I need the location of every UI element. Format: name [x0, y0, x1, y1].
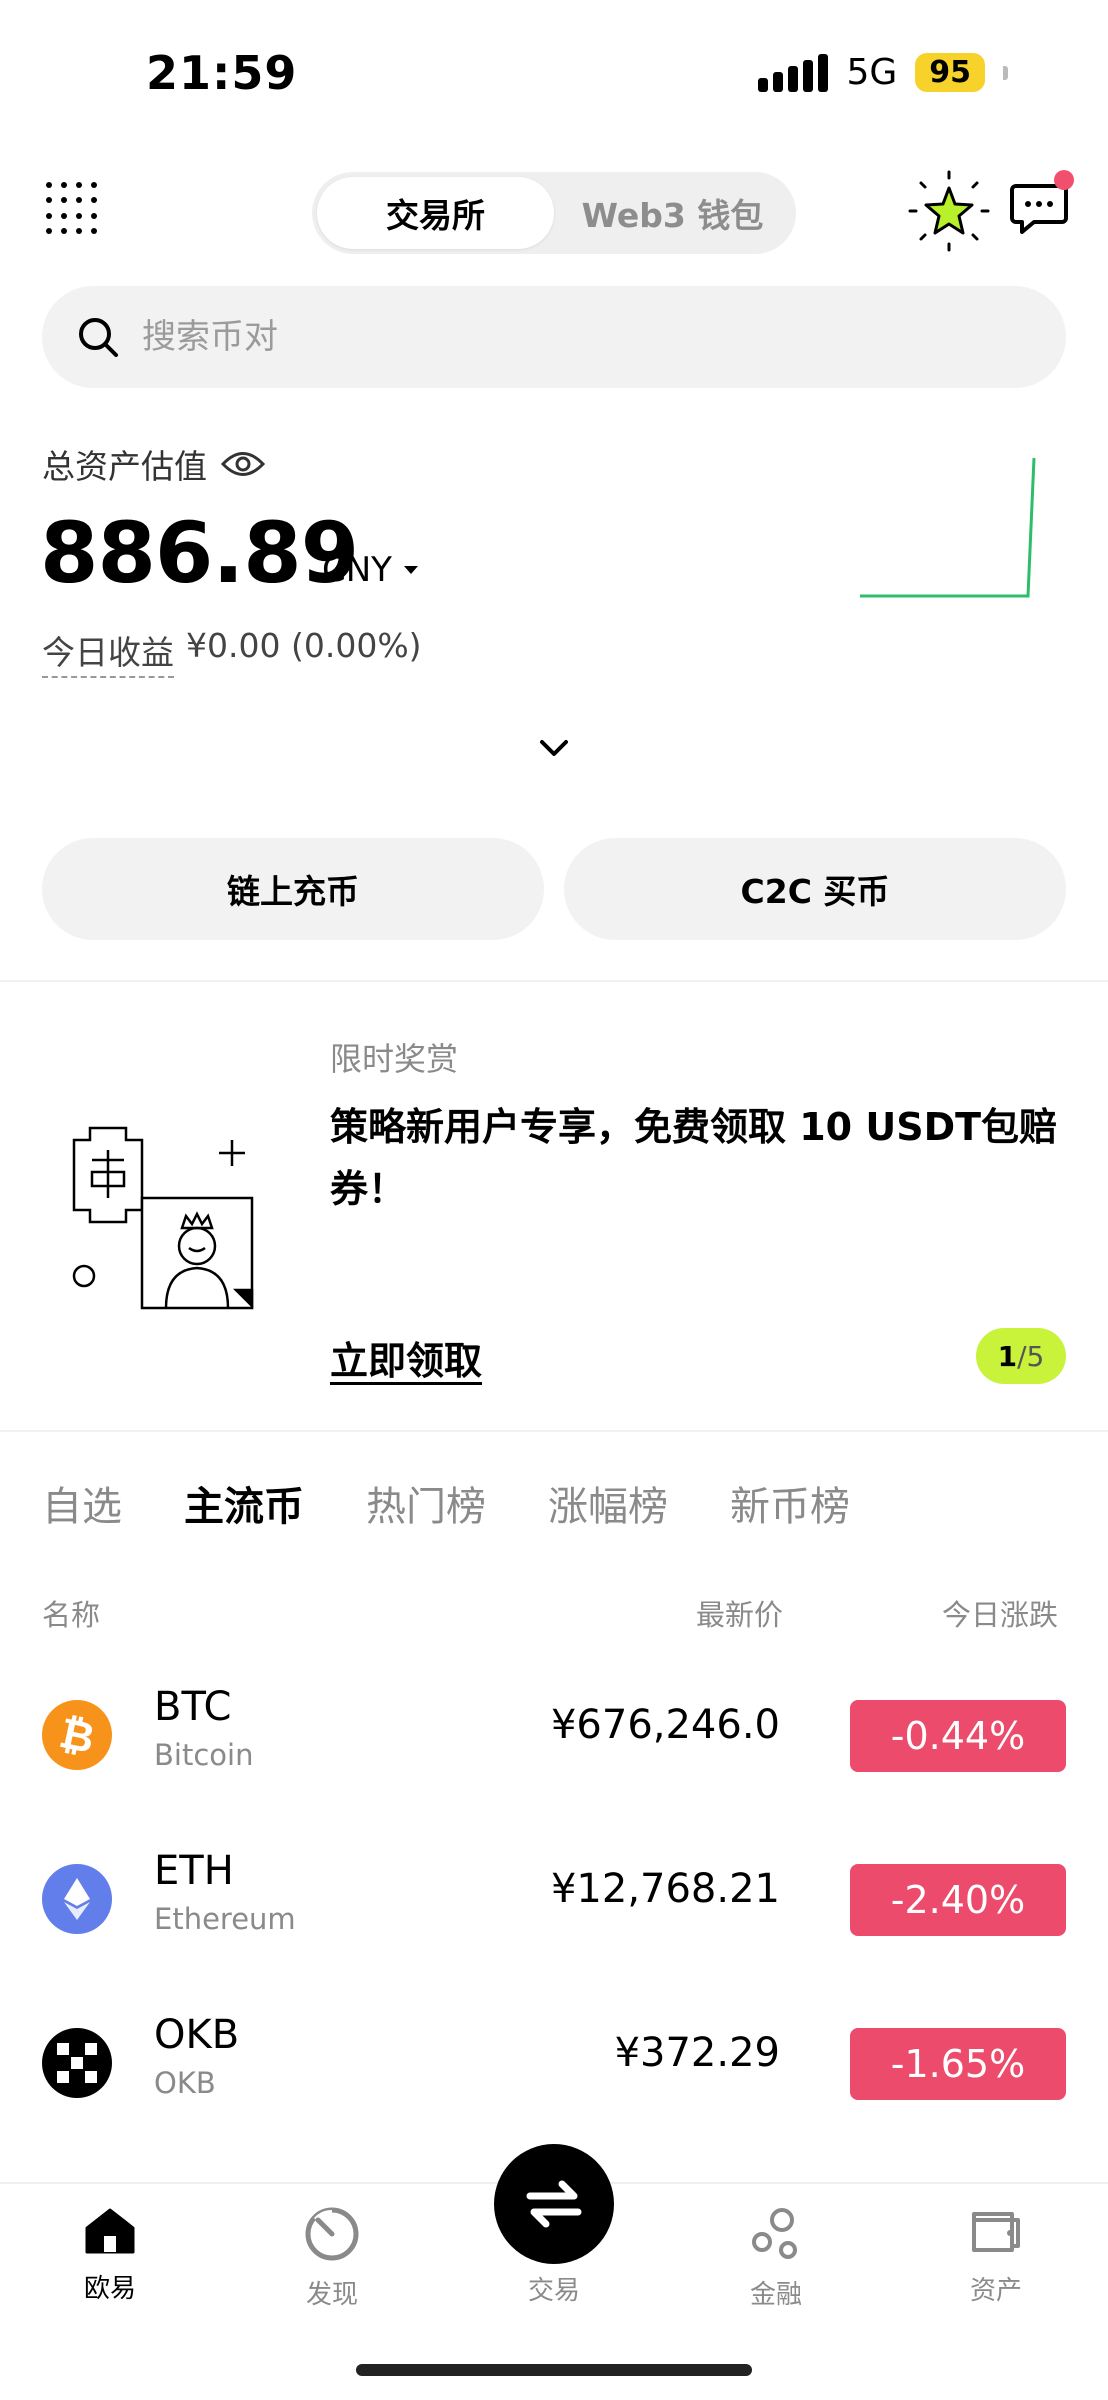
tab-watchlist[interactable]: 自选 — [42, 1474, 122, 1532]
coin-change-badge[interactable]: -2.40% — [850, 1864, 1066, 1936]
bitcoin-icon: ₿ — [42, 1700, 112, 1770]
coin-symbol: ETH — [154, 1848, 234, 1894]
coin-change-badge[interactable]: -1.65% — [850, 2028, 1066, 2100]
column-name-header: 名称 — [42, 1598, 101, 1632]
market-tabs: 自选 主流币 热门榜 涨幅榜 新币榜 — [42, 1474, 850, 1532]
messages-icon[interactable] — [1008, 170, 1074, 240]
search-icon — [79, 318, 118, 357]
c2c-buy-button[interactable]: C2C 买币 — [564, 838, 1066, 940]
coin-name: Ethereum — [154, 1902, 296, 1936]
signal-icon — [758, 53, 829, 92]
column-change-header[interactable]: 今日涨跌 — [942, 1592, 1058, 1634]
mode-switch: 交易所 Web3 钱包 — [312, 172, 796, 254]
total-assets-value: 886.89 — [40, 504, 359, 602]
divider — [0, 980, 1108, 982]
wallet-icon — [972, 2212, 1020, 2252]
discover-icon — [305, 2207, 359, 2261]
home-icon — [85, 2208, 135, 2254]
tab-gainers[interactable]: 涨幅榜 — [548, 1474, 668, 1532]
nav-label: 发现 — [305, 2280, 358, 2310]
search-input[interactable] — [142, 317, 942, 357]
tab-mainstream[interactable]: 主流币 — [184, 1474, 304, 1532]
nav-label: 金融 — [749, 2280, 802, 2310]
column-price-header[interactable]: 最新价 — [696, 1592, 783, 1634]
trade-button[interactable] — [494, 2144, 614, 2264]
today-pnl-value: ¥0.00 (0.00%) — [186, 626, 422, 665]
eye-icon[interactable] — [221, 449, 265, 479]
home-indicator — [356, 2364, 752, 2376]
tab-exchange[interactable]: 交易所 — [317, 177, 554, 249]
chevron-down-icon[interactable] — [536, 736, 572, 760]
coin-change-badge[interactable]: -0.44% — [850, 1700, 1066, 1772]
battery-level: 95 — [915, 53, 985, 92]
coin-symbol: OKB — [154, 2012, 240, 2058]
currency-selector[interactable]: CNY — [322, 550, 420, 590]
coin-row-btc[interactable]: ₿ BTC Bitcoin ¥676,246.0 -0.44% — [0, 1656, 1108, 1816]
tab-web3-wallet[interactable]: Web3 钱包 — [554, 177, 791, 249]
coin-name: Bitcoin — [154, 1738, 254, 1772]
pager-total: /5 — [1017, 1339, 1045, 1373]
claim-now-link[interactable]: 立即领取 — [330, 1330, 482, 1385]
coin-price: ¥676,246.0 — [550, 1702, 780, 1748]
currency-label: CNY — [322, 550, 392, 590]
promo-tag: 限时奖赏 — [330, 1040, 459, 1078]
coin-row-okb[interactable]: OKB OKB ¥372.29 -1.65% — [0, 1984, 1108, 2144]
coin-row-eth[interactable]: ETH Ethereum ¥12,768.21 -2.40% — [0, 1820, 1108, 1980]
swap-icon — [526, 2180, 582, 2228]
divider — [0, 1430, 1108, 1432]
today-pnl: 今日收益 ¥0.00 (0.00%) — [42, 626, 422, 678]
caret-down-icon — [403, 566, 418, 574]
tab-new-listings[interactable]: 新币榜 — [730, 1474, 850, 1532]
coin-name: OKB — [154, 2066, 216, 2100]
coin-price: ¥372.29 — [614, 2030, 780, 2076]
battery-tip — [1003, 65, 1008, 80]
total-assets-label: 总资产估值 — [42, 447, 207, 486]
today-pnl-label[interactable]: 今日收益 — [42, 626, 174, 678]
coin-price: ¥12,768.21 — [550, 1866, 780, 1912]
pager-current: 1 — [997, 1339, 1018, 1373]
usdt-voucher-illustration — [72, 1126, 254, 1310]
apps-grid-icon[interactable] — [46, 182, 98, 234]
nav-trade-label[interactable]: 交易 — [494, 2270, 614, 2307]
total-assets-label-row: 总资产估值 — [42, 440, 265, 488]
ethereum-icon — [42, 1864, 112, 1934]
finance-icon — [752, 2208, 797, 2259]
nav-discover[interactable]: 发现 — [262, 2206, 402, 2311]
nav-label: 欧易 — [83, 2274, 136, 2304]
nav-finance[interactable]: 金融 — [706, 2206, 846, 2311]
assets-sparkline — [860, 457, 1036, 598]
network-type: 5G — [846, 52, 898, 93]
okb-icon — [42, 2028, 112, 2098]
promo-title: 策略新用户专享，免费领取 10 USDT包赔券！ — [330, 1105, 1058, 1211]
status-time: 21:59 — [146, 46, 298, 100]
nav-home[interactable]: 欧易 — [40, 2206, 180, 2305]
status-indicators: 5G 95 — [758, 52, 1008, 93]
promo-pager: 1/5 — [976, 1328, 1066, 1384]
coin-symbol: BTC — [154, 1684, 232, 1730]
search-bar[interactable] — [42, 286, 1066, 388]
nav-label: 资产 — [969, 2276, 1022, 2306]
notification-dot — [1054, 170, 1074, 190]
onchain-deposit-button[interactable]: 链上充币 — [42, 838, 544, 940]
favorites-star-icon[interactable] — [906, 168, 992, 254]
nav-assets[interactable]: 资产 — [926, 2206, 1066, 2307]
tab-hot[interactable]: 热门榜 — [366, 1474, 486, 1532]
